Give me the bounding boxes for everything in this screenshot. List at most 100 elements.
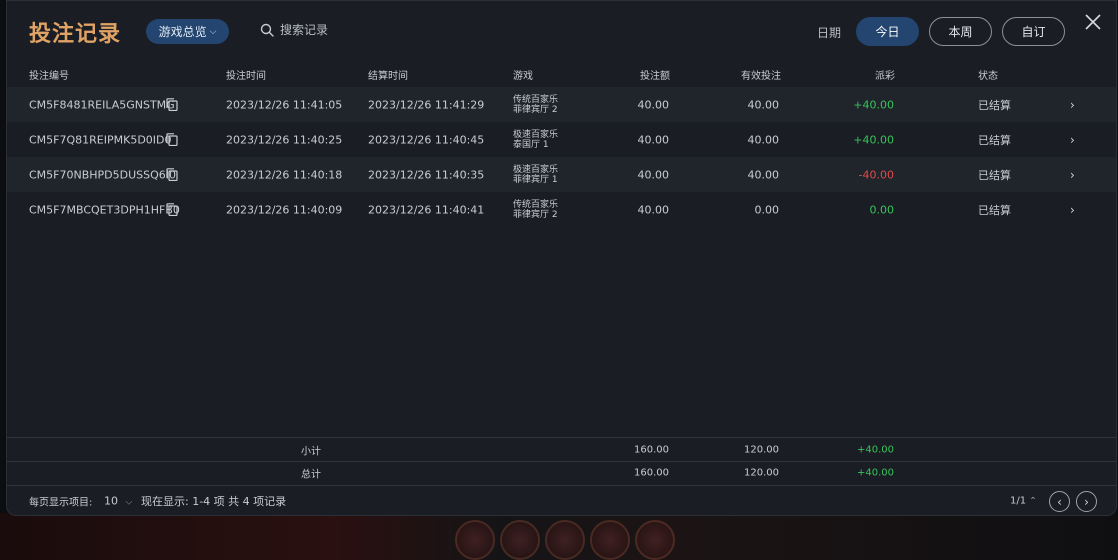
bet-time: 2023/12/26 11:41:05 xyxy=(226,98,343,111)
background-chip-icon xyxy=(590,520,630,560)
subtotal-label: 小计 xyxy=(301,446,321,457)
bet-id: CM5F70NBHPD5DUSSQ6I0 xyxy=(29,168,177,181)
settle-time: 2023/12/26 11:40:41 xyxy=(368,203,485,216)
payout: 0.00 xyxy=(869,203,895,216)
game-name: 传统百家乐 菲律宾厅 2 xyxy=(513,95,558,115)
bet-amount: 40.00 xyxy=(637,203,670,216)
payout: -40.00 xyxy=(858,168,894,181)
subtotal-payout: +40.00 xyxy=(856,444,894,455)
bet-amount: 40.00 xyxy=(637,133,670,146)
subtotal-amount: 160.00 xyxy=(634,444,669,455)
valid-bet: 0.00 xyxy=(754,203,780,216)
payout: +40.00 xyxy=(853,98,894,111)
game-line-1: 极速百家乐 xyxy=(513,129,559,140)
chevron-left-icon: ‹ xyxy=(1057,494,1062,509)
prev-page-button[interactable]: ‹ xyxy=(1049,491,1070,512)
chevron-right-icon[interactable]: › xyxy=(1070,168,1075,182)
table-row[interactable]: CM5F7Q81REIPMK5D0ID0 2023/12/26 11:40:25… xyxy=(7,122,1116,157)
subtotal-row: 小计 160.00 120.00 +40.00 xyxy=(7,438,1116,461)
search-label: 搜索记录 xyxy=(280,23,329,37)
chevron-right-icon[interactable]: › xyxy=(1070,133,1075,147)
chevron-down-icon: ⌵ xyxy=(209,26,217,37)
bet-id: CM5F7MBCQET3DPH1HFB0 xyxy=(29,203,180,216)
column-header-status: 状态 xyxy=(978,71,998,82)
valid-bet: 40.00 xyxy=(747,168,780,181)
page-indicator[interactable]: 1/1 ⌃ xyxy=(1010,496,1037,507)
per-page-value: 10 xyxy=(104,494,118,508)
game-line-2: 菲律宾厅 2 xyxy=(513,209,558,220)
settle-time: 2023/12/26 11:41:29 xyxy=(368,98,485,111)
chevron-right-icon[interactable]: › xyxy=(1070,203,1075,217)
game-filter-label: 游戏总览 xyxy=(158,25,207,39)
table-header: 投注编号 投注时间 结算时间 游戏 投注额 有效投注 派彩 状态 xyxy=(7,61,1116,85)
bet-time: 2023/12/26 11:40:18 xyxy=(226,168,343,181)
column-header-bet-id: 投注编号 xyxy=(29,71,69,82)
per-page-select[interactable]: 10 ⌵ xyxy=(104,495,132,508)
copy-icon[interactable] xyxy=(166,98,178,111)
game-line-1: 传统百家乐 xyxy=(513,94,559,105)
column-header-settle-time: 结算时间 xyxy=(368,71,408,82)
valid-bet: 40.00 xyxy=(747,98,780,111)
date-custom-button[interactable]: 自订 xyxy=(1002,17,1065,46)
bet-time: 2023/12/26 11:40:09 xyxy=(226,203,343,216)
game-name: 传统百家乐 菲律宾厅 2 xyxy=(513,200,558,220)
search-records-button[interactable]: 搜索记录 xyxy=(260,21,328,38)
table-row[interactable]: CM5F70NBHPD5DUSSQ6I0 2023/12/26 11:40:18… xyxy=(7,157,1116,192)
game-name: 极速百家乐 泰国厅 1 xyxy=(513,130,558,150)
chevron-down-icon: ⌵ xyxy=(125,497,133,508)
bet-amount: 40.00 xyxy=(637,98,670,111)
date-label: 日期 xyxy=(817,26,842,40)
settle-time: 2023/12/26 11:40:45 xyxy=(368,133,485,146)
copy-icon[interactable] xyxy=(166,203,178,216)
page-indicator-value: 1/1 xyxy=(1010,495,1027,507)
bet-records-modal: 投注记录 游戏总览 ⌵ 搜索记录 日期 今日 本周 自订 投注编号 投注时间 结… xyxy=(6,0,1117,516)
status: 已结算 xyxy=(978,168,1011,182)
subtotal-valid: 120.00 xyxy=(744,444,779,455)
bet-id: CM5F8481REILA5GNSTMG xyxy=(29,98,175,111)
close-icon[interactable] xyxy=(1083,12,1103,32)
valid-bet: 40.00 xyxy=(747,133,780,146)
table-row[interactable]: CM5F7MBCQET3DPH1HFB0 2023/12/26 11:40:09… xyxy=(7,192,1116,227)
date-today-button[interactable]: 今日 xyxy=(856,17,919,46)
column-header-payout: 派彩 xyxy=(875,71,895,82)
total-payout: +40.00 xyxy=(856,467,894,478)
status: 已结算 xyxy=(978,98,1011,112)
copy-icon[interactable] xyxy=(166,133,178,146)
chevron-right-icon[interactable]: › xyxy=(1070,98,1075,112)
game-line-1: 传统百家乐 xyxy=(513,199,559,210)
next-page-button[interactable]: › xyxy=(1076,491,1097,512)
column-header-bet-amount: 投注额 xyxy=(640,71,670,82)
bet-time: 2023/12/26 11:40:25 xyxy=(226,133,343,146)
status: 已结算 xyxy=(978,133,1011,147)
total-amount: 160.00 xyxy=(634,467,669,478)
background-chip-icon xyxy=(455,520,495,560)
chevron-up-icon: ⌃ xyxy=(1029,496,1037,507)
search-icon xyxy=(260,23,274,37)
game-filter-dropdown[interactable]: 游戏总览 ⌵ xyxy=(146,19,229,44)
per-page-label: 每页显示项目: xyxy=(29,497,93,509)
chevron-right-icon: › xyxy=(1084,494,1089,509)
pagination-footer: 每页显示项目: 10 ⌵ 现在显示: 1-4 项 共 4 项记录 1/1 ⌃ ‹… xyxy=(7,487,1116,515)
game-line-2: 菲律宾厅 1 xyxy=(513,174,558,185)
total-row: 总计 160.00 120.00 +40.00 xyxy=(7,461,1116,484)
background-chip-icon xyxy=(635,520,675,560)
footer-divider xyxy=(7,485,1116,486)
total-valid: 120.00 xyxy=(744,467,779,478)
column-header-game: 游戏 xyxy=(513,71,533,82)
game-line-1: 极速百家乐 xyxy=(513,164,559,175)
settle-time: 2023/12/26 11:40:35 xyxy=(368,168,485,181)
background-chip-icon xyxy=(500,520,540,560)
total-label: 总计 xyxy=(301,469,321,480)
date-this-week-button[interactable]: 本周 xyxy=(929,17,992,46)
table-row[interactable]: CM5F8481REILA5GNSTMG 2023/12/26 11:41:05… xyxy=(7,87,1116,122)
background-chip-icon xyxy=(545,520,585,560)
copy-icon[interactable] xyxy=(166,168,178,181)
game-line-2: 菲律宾厅 2 xyxy=(513,104,558,115)
showing-records-text: 现在显示: 1-4 项 共 4 项记录 xyxy=(141,495,287,508)
column-header-bet-time: 投注时间 xyxy=(226,71,266,82)
payout: +40.00 xyxy=(853,133,894,146)
column-header-valid-bet: 有效投注 xyxy=(741,71,781,82)
bet-id: CM5F7Q81REIPMK5D0ID0 xyxy=(29,133,172,146)
game-name: 极速百家乐 菲律宾厅 1 xyxy=(513,165,558,185)
game-line-2: 泰国厅 1 xyxy=(513,139,549,150)
